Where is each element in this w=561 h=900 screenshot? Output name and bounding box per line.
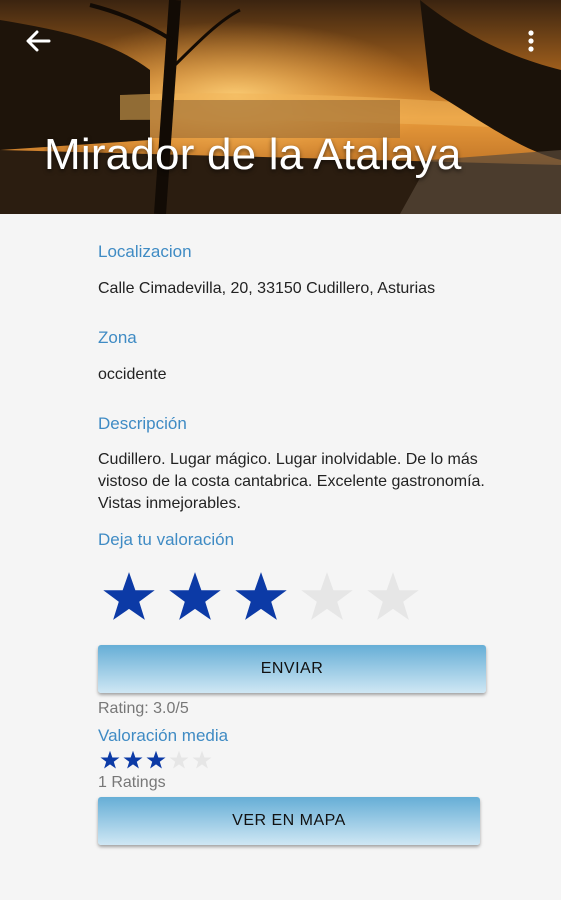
- rate-prompt-label: Deja tu valoración: [98, 530, 235, 549]
- submit-rating-button[interactable]: ENVIAR: [98, 645, 486, 693]
- star-empty-icon[interactable]: [300, 570, 354, 624]
- star-empty-icon[interactable]: [366, 570, 420, 624]
- average-rating-label: Valoración media: [98, 726, 229, 745]
- location-label: Localizacion: [98, 242, 192, 261]
- rating-stars-input[interactable]: [102, 570, 420, 624]
- star-filled-icon: [123, 750, 143, 769]
- star-filled-icon[interactable]: [102, 570, 156, 624]
- back-button[interactable]: [22, 26, 54, 56]
- rating-text: Rating: 3.0/5: [98, 700, 189, 717]
- star-filled-icon: [100, 750, 120, 769]
- star-filled-icon: [146, 750, 166, 769]
- star-filled-icon[interactable]: [168, 570, 222, 624]
- view-on-map-button[interactable]: VER EN MAPA: [98, 797, 480, 845]
- description-label: Descripción: [98, 414, 187, 433]
- page-title: Mirador de la Atalaya: [44, 130, 462, 179]
- overflow-menu-button[interactable]: [519, 26, 543, 56]
- hero-image: [0, 0, 561, 214]
- ratings-count: 1 Ratings: [98, 774, 166, 791]
- star-filled-icon[interactable]: [234, 570, 288, 624]
- star-empty-icon: [169, 750, 189, 769]
- arrow-left-icon: [26, 30, 51, 52]
- star-empty-icon: [192, 750, 212, 769]
- description-value: Cudillero. Lugar mágico. Lugar inolvidab…: [98, 451, 485, 512]
- average-rating-stars: [100, 750, 212, 770]
- zone-label: Zona: [98, 328, 137, 347]
- zone-value: occidente: [98, 366, 167, 383]
- hero-header: Mirador de la Atalaya: [0, 0, 561, 214]
- location-value: Calle Cimadevilla, 20, 33150 Cudillero, …: [98, 280, 436, 297]
- more-vert-icon: [528, 30, 534, 52]
